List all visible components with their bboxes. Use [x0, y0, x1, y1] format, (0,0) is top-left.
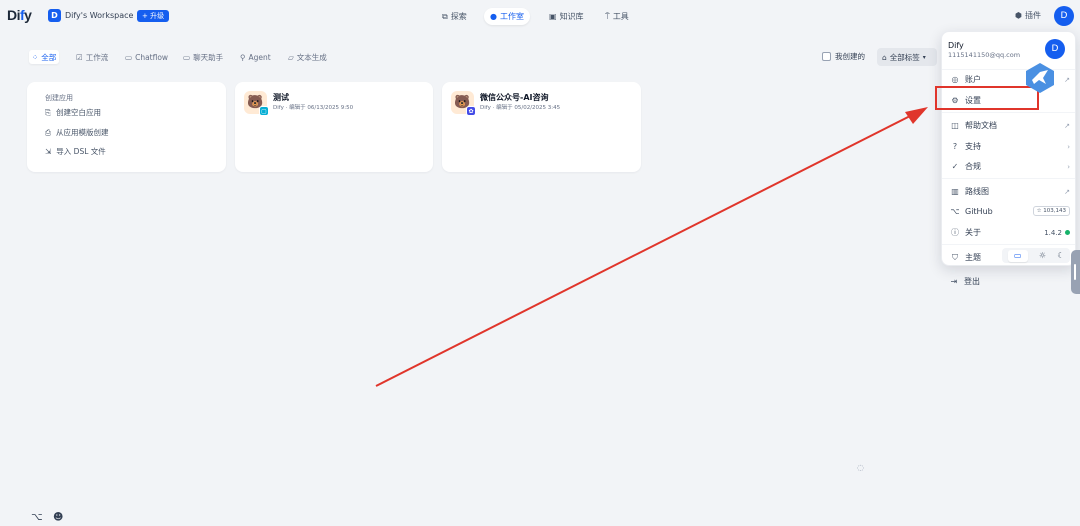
bird-assistant-icon[interactable] — [1024, 62, 1056, 94]
menu-item-label: 帮助文档 — [965, 121, 997, 130]
external-link-icon: ↗ — [1064, 121, 1070, 130]
divider — [942, 244, 1075, 245]
side-panel-handle[interactable] — [1071, 250, 1080, 294]
menu-item-label: 主题 — [965, 253, 981, 262]
sun-icon[interactable]: ☼ — [1039, 251, 1046, 260]
menu-item-label: 账户 — [965, 75, 981, 84]
menu-user-email: 1115141150@qq.com — [948, 51, 1021, 59]
monitor-icon[interactable]: ▭ — [1007, 249, 1028, 262]
menu-item-label: 支持 — [965, 142, 981, 151]
menu-item-roadmap[interactable]: ▥ 路线图 ↗ — [950, 186, 1070, 197]
version-indicator: 1.4.2 — [1044, 229, 1070, 237]
menu-item-label: 登出 — [964, 277, 980, 286]
user-circle-icon: ◎ — [951, 75, 959, 84]
status-dot-icon — [1065, 230, 1070, 235]
shirt-icon: ⛉ — [952, 252, 958, 262]
info-icon: ⓘ — [951, 228, 959, 237]
menu-user-name: Dify — [948, 41, 964, 50]
menu-item-label: GitHub — [965, 207, 993, 216]
github-stars-badge: ☆ 103,143 — [1032, 206, 1070, 216]
github-icon[interactable]: ⌥ — [31, 512, 43, 523]
menu-item-label: 合规 — [965, 162, 981, 171]
menu-item-label: 设置 — [965, 96, 981, 105]
map-icon: ▥ — [951, 187, 959, 196]
logout-icon: ⇥ — [950, 277, 958, 286]
menu-item-label: 路线图 — [965, 187, 989, 196]
menu-item-about[interactable]: ⓘ 关于 1.4.2 — [950, 227, 1070, 238]
menu-item-support[interactable]: ? 支持 › — [950, 141, 1070, 152]
chevron-right-icon: › — [1067, 142, 1070, 151]
theme-switcher: ▭ ☼ ☾ — [1002, 248, 1070, 263]
external-link-icon: ↗ — [1064, 75, 1070, 84]
book-open-icon: ◫ — [951, 121, 959, 130]
gear-icon: ⚙ — [951, 96, 959, 105]
moon-icon[interactable]: ☾ — [1057, 251, 1064, 260]
menu-item-theme: ⛉ 主题 ▭ ☼ ☾ — [950, 248, 1070, 263]
menu-item-settings[interactable]: ⚙ 设置 — [950, 95, 1070, 106]
menu-item-logout[interactable]: ⇥ 登出 — [949, 276, 1069, 287]
annotation-arrow — [375, 107, 928, 387]
loading-spinner-icon: ◌ — [857, 463, 864, 472]
help-circle-icon: ? — [952, 142, 958, 151]
menu-avatar: D — [1045, 39, 1065, 59]
external-link-icon: ↗ — [1064, 187, 1070, 196]
version-label: 1.4.2 — [1044, 228, 1062, 237]
discord-icon[interactable]: ☻ — [53, 512, 63, 523]
menu-item-help-docs[interactable]: ◫ 帮助文档 ↗ — [950, 120, 1070, 131]
divider — [942, 112, 1075, 113]
chevron-right-icon: › — [1067, 162, 1070, 171]
menu-item-label: 关于 — [965, 228, 981, 237]
check-circle-icon: ✓ — [951, 162, 959, 171]
github-icon: ⌥ — [950, 207, 960, 216]
menu-item-github[interactable]: ⌥ GitHub ☆ 103,143 — [950, 206, 1070, 216]
menu-item-compliance[interactable]: ✓ 合规 › — [950, 161, 1070, 172]
divider — [942, 178, 1075, 179]
